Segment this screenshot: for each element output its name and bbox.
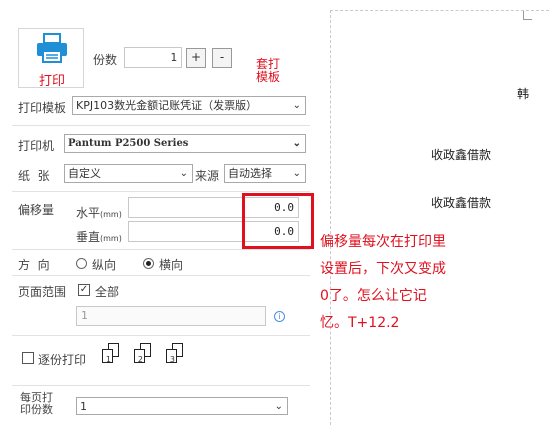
printer-select[interactable]: Pantum P2500 Series ⌄ (64, 134, 306, 153)
divider (12, 275, 310, 276)
printer-value: Pantum P2500 Series (68, 138, 189, 149)
orientation-label: 方 向 (18, 258, 50, 272)
portrait-radio[interactable] (76, 258, 87, 269)
preview-text: 收政鑫借款 (431, 148, 492, 162)
page-range-input[interactable]: 1 (76, 306, 266, 326)
per-page-copies-value: 1 (80, 400, 87, 413)
divider (12, 191, 310, 192)
chevron-down-icon: ⌄ (292, 100, 301, 111)
paper-label: 纸 张 (18, 169, 50, 183)
chevron-down-icon: ⌄ (274, 401, 283, 412)
annotation-text: 偏移量每次在打印里 设置后，下次又变成 0了。怎么让它记 忆。T+12.2 (320, 234, 446, 331)
print-preview: 韩 收政鑫借款 收政鑫借款 (330, 10, 549, 425)
info-icon[interactable]: i (274, 311, 285, 322)
collate-page-front: 3 (166, 349, 177, 364)
divider (12, 335, 310, 336)
printer-label: 打印机 (18, 139, 55, 153)
paper-value: 自定义 (68, 167, 101, 180)
overlay-print-label-line2: 模板 (256, 70, 281, 84)
landscape-radio[interactable] (143, 258, 154, 269)
per-page-copies-label: 每页打 印份数 (20, 391, 53, 416)
all-pages-label: 全部 (95, 285, 120, 299)
offset-horizontal-label: 水平(mm) (76, 206, 122, 220)
overlay-print-toggle[interactable]: 套打 模板 (256, 58, 280, 84)
copies-value: 1 (170, 51, 177, 64)
collate-checkbox[interactable] (22, 352, 34, 364)
chevron-down-icon: ⌄ (179, 168, 188, 179)
copies-label: 份数 (93, 53, 118, 67)
paper-source-select[interactable]: 自动选择 ⌄ (224, 164, 306, 183)
copies-plus-button[interactable]: + (186, 48, 206, 68)
print-button-label: 打印 (39, 74, 66, 89)
divider (12, 385, 310, 386)
divider (12, 249, 310, 250)
portrait-label: 纵向 (92, 258, 117, 272)
landscape-label: 横向 (159, 258, 184, 272)
printer-icon (37, 33, 67, 63)
preview-edge-text: 韩 (517, 87, 530, 101)
copies-input[interactable]: 1 (124, 47, 182, 68)
all-pages-checkbox[interactable]: ✓ (78, 284, 90, 296)
highlight-box (242, 193, 314, 249)
paper-source-label: 来源 (195, 169, 220, 183)
collate-page-front: 2 (134, 349, 145, 364)
page-range-value: 1 (81, 309, 88, 322)
collate-label: 逐份打印 (38, 353, 87, 367)
paper-select[interactable]: 自定义 ⌄ (64, 164, 193, 183)
collate-page-front: 1 (102, 349, 113, 364)
collate-illustration: 1 2 3 (100, 343, 195, 379)
chevron-down-icon: ⌄ (292, 168, 301, 179)
preview-text: 收政鑫借款 (431, 196, 492, 210)
chevron-down-icon: ⌄ (292, 138, 301, 149)
copies-minus-button[interactable]: - (212, 48, 232, 68)
paper-source-value: 自动选择 (228, 167, 272, 180)
per-page-copies-select[interactable]: 1 ⌄ (76, 397, 288, 415)
page-range-label: 页面范围 (18, 285, 67, 299)
print-button[interactable]: 打印 (18, 28, 84, 89)
offset-vertical-label: 垂直(mm) (76, 230, 122, 244)
template-label: 打印模板 (18, 101, 67, 115)
preview-corner-mark (523, 11, 532, 20)
template-value: KPJ103数光金额记账凭证（发票版） (76, 99, 258, 112)
divider (12, 125, 310, 126)
template-select[interactable]: KPJ103数光金额记账凭证（发票版） ⌄ (72, 96, 306, 115)
offset-label: 偏移量 (18, 203, 55, 217)
